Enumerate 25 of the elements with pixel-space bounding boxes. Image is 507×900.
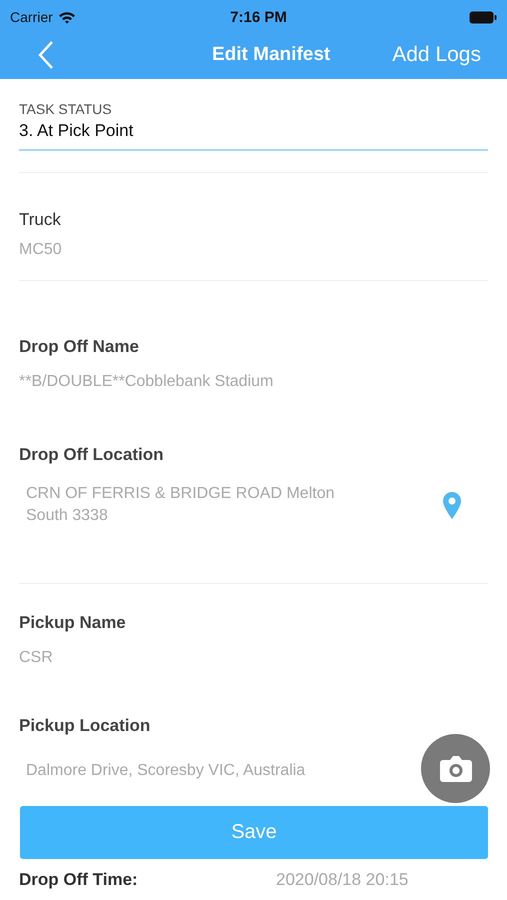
task-status-field[interactable]: TASK STATUS 3. At Pick Point xyxy=(19,101,488,151)
battery-icon xyxy=(468,10,497,24)
field-label: Pickup Name xyxy=(19,613,126,633)
field-label: Drop Off Name xyxy=(19,337,139,357)
wifi-icon xyxy=(58,10,76,24)
screen-title: Edit Manifest xyxy=(211,44,332,66)
field-value: Dalmore Drive, Scoresby VIC, Australia xyxy=(26,762,306,780)
save-button[interactable]: Save xyxy=(20,806,488,859)
field-label: Drop Off Time: xyxy=(19,870,139,890)
status-time: 7:16 PM xyxy=(230,8,287,26)
carrier-name: Carrier xyxy=(10,9,53,25)
back-chevron-icon xyxy=(38,40,54,70)
add-logs-button[interactable]: Add Logs xyxy=(392,42,481,66)
field-label: Drop Off Location xyxy=(19,445,164,465)
location-pin-icon[interactable] xyxy=(442,490,462,520)
field-value: MC50 xyxy=(19,241,62,259)
field-value: CSR xyxy=(19,649,53,667)
field-label: Pickup Location xyxy=(19,716,150,736)
field-value: CRN OF FERRIS & BRIDGE ROAD Melton South 3338 xyxy=(26,484,336,526)
field-label: Truck xyxy=(19,210,61,230)
field-value: 2020/08/18 20:15 xyxy=(276,870,408,890)
field-value: 3. At Pick Point xyxy=(19,121,134,141)
field-value: **B/DOUBLE**Cobblebank Stadium xyxy=(19,373,274,391)
camera-icon xyxy=(438,754,472,782)
field-label: TASK STATUS xyxy=(19,101,113,117)
